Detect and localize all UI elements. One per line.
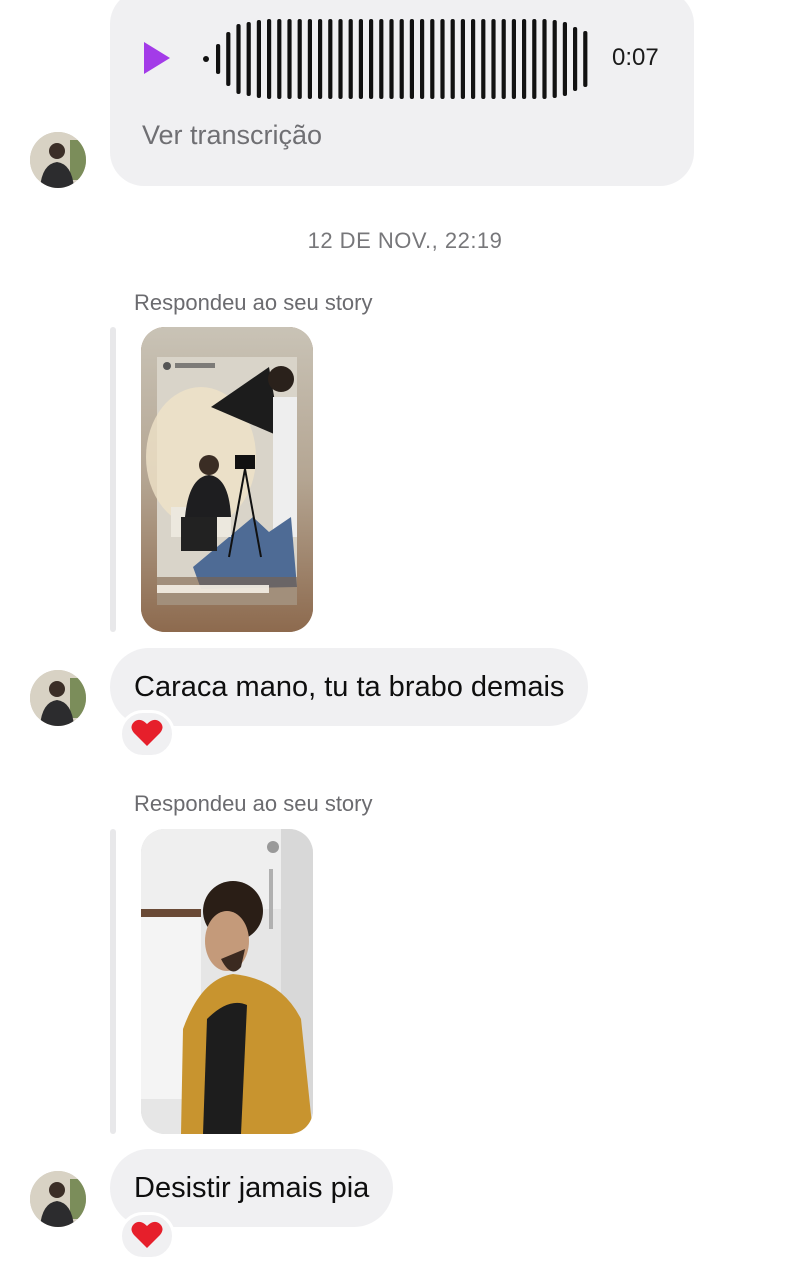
- waveform-bar: [358, 19, 363, 99]
- waveform-bar: [328, 19, 333, 99]
- waveform-bar: [256, 20, 261, 98]
- reply-indicator-bar: [110, 327, 116, 632]
- waveform-bar: [430, 19, 435, 99]
- waveform-dot: [203, 56, 209, 62]
- waveform-bar: [277, 19, 282, 99]
- waveform-bar: [420, 19, 425, 99]
- waveform-bar: [409, 19, 414, 99]
- heart-icon: [131, 1221, 163, 1248]
- date-separator: 12 DE NOV., 22:19: [307, 228, 503, 253]
- message-bubble[interactable]: Caraca mano, tu ta brabo demais: [110, 648, 589, 726]
- waveform-bar: [216, 44, 221, 74]
- waveform-bar: [236, 24, 241, 94]
- reply-indicator-bar: [110, 829, 116, 1134]
- reaction-badge[interactable]: [119, 1212, 175, 1260]
- avatar[interactable]: [30, 132, 86, 188]
- waveform-bar: [267, 19, 272, 99]
- waveform-bar: [246, 22, 251, 96]
- waveform-bar: [562, 22, 567, 96]
- waveform-bar: [379, 19, 384, 99]
- waveform-bar: [287, 19, 292, 99]
- avatar[interactable]: [30, 1171, 86, 1227]
- waveform-bar: [501, 19, 506, 99]
- play-icon[interactable]: [144, 42, 170, 74]
- waveform-bar: [318, 19, 323, 99]
- waveform-bar: [369, 19, 374, 99]
- waveform-bar: [552, 20, 557, 98]
- view-transcription-link[interactable]: Ver transcrição: [142, 120, 322, 151]
- waveform-bar: [307, 19, 312, 99]
- voice-duration: 0:07: [612, 44, 659, 71]
- waveform-bar: [399, 19, 404, 99]
- heart-icon: [131, 719, 163, 746]
- waveform-bar: [440, 19, 445, 99]
- waveform-bar: [522, 19, 527, 99]
- audio-waveform[interactable]: [200, 18, 592, 100]
- waveform-bar: [450, 19, 455, 99]
- waveform-bar: [297, 19, 302, 99]
- waveform-bar: [460, 19, 465, 99]
- avatar[interactable]: [30, 670, 86, 726]
- waveform-bar: [491, 19, 496, 99]
- waveform-bar: [542, 19, 547, 99]
- reaction-badge[interactable]: [119, 710, 175, 758]
- waveform-bar: [583, 31, 588, 87]
- story-reply-label: Respondeu ao seu story: [134, 791, 373, 816]
- waveform-bar: [226, 32, 231, 86]
- waveform-bar: [532, 19, 537, 99]
- waveform-bar: [338, 19, 343, 99]
- waveform-bar: [389, 19, 394, 99]
- waveform-bar: [481, 19, 486, 99]
- story-reply-label: Respondeu ao seu story: [134, 290, 373, 315]
- waveform-bar: [348, 19, 353, 99]
- waveform-bar: [471, 19, 476, 99]
- story-thumbnail[interactable]: [141, 829, 313, 1134]
- waveform-bar: [573, 27, 578, 91]
- waveform-bar: [511, 19, 516, 99]
- story-thumbnail[interactable]: [141, 327, 313, 632]
